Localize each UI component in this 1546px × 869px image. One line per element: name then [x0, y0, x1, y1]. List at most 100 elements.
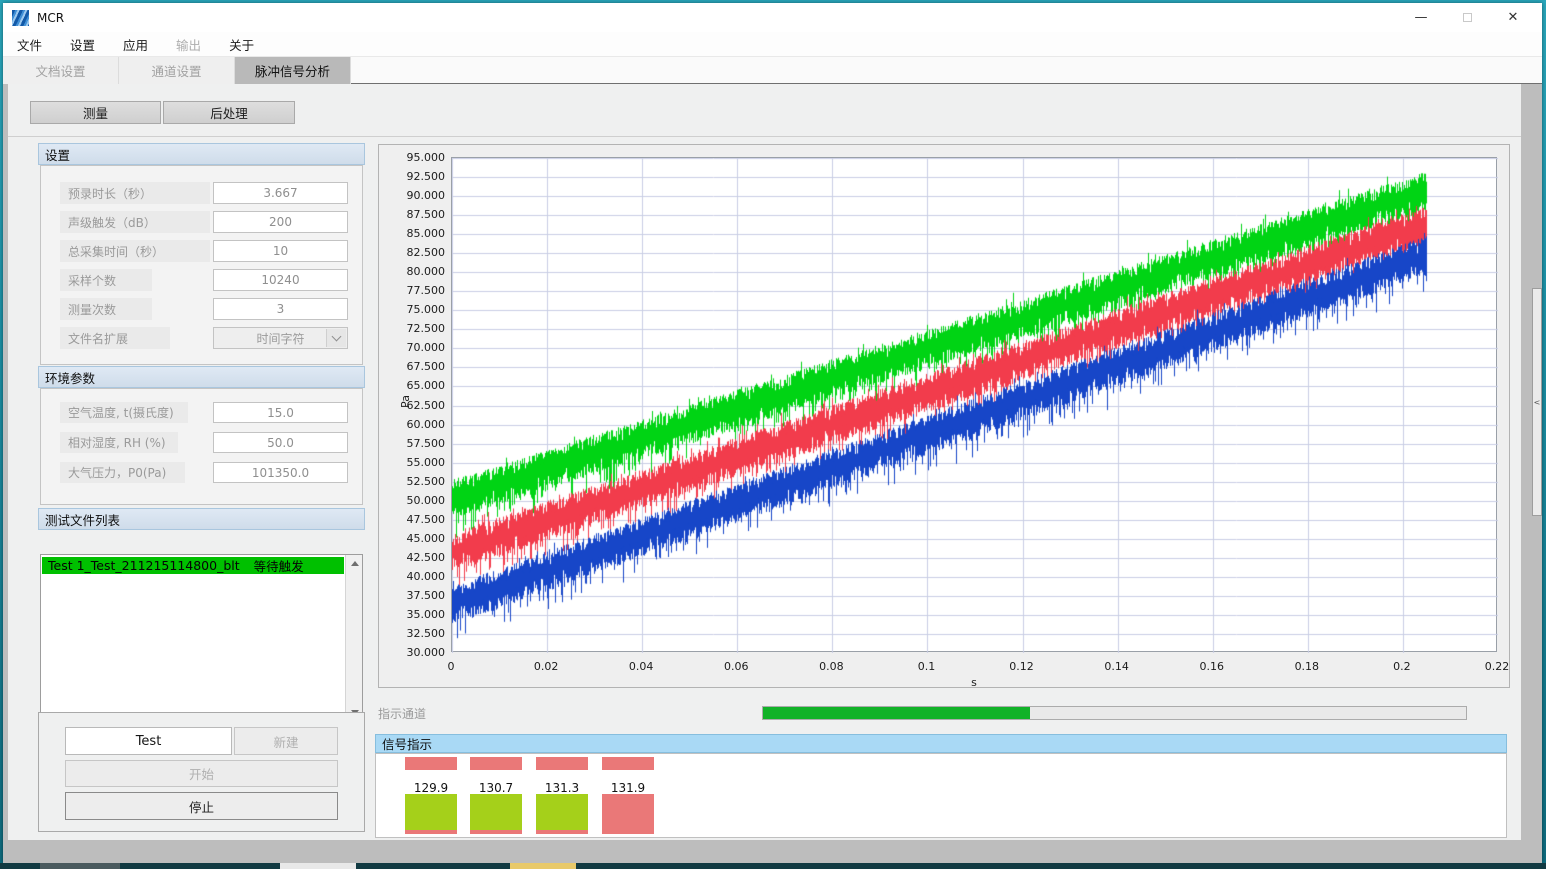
app-logo-icon	[12, 10, 29, 26]
y-tick-label: 95.000	[385, 151, 445, 164]
field-label-trigger-db: 声级触发（dB）	[60, 211, 210, 233]
indicator-channel-label: 指示通道	[378, 705, 426, 722]
menu-bar: 文件 设置 应用 输出 关于	[3, 32, 1542, 57]
scroll-up-icon[interactable]	[346, 555, 363, 572]
list-scrollbar[interactable]	[345, 555, 362, 721]
x-tick-label: 0.06	[716, 660, 756, 673]
field-input-prerecord[interactable]: 3.667	[213, 182, 348, 204]
signal-panel-header: 信号指示	[375, 734, 1507, 753]
tab-document-settings[interactable]: 文档设置	[3, 57, 119, 84]
plot-frame	[451, 157, 1497, 652]
y-tick-label: 65.000	[385, 379, 445, 392]
y-tick-label: 50.000	[385, 494, 445, 507]
tab-channel-settings[interactable]: 通道设置	[119, 57, 235, 84]
field-input-trigger-db[interactable]: 200	[213, 211, 348, 233]
y-tick-label: 90.000	[385, 189, 445, 202]
menu-item-apply[interactable]: 应用	[109, 35, 162, 54]
dropdown-button[interactable]	[326, 329, 346, 347]
y-tick-label: 70.000	[385, 341, 445, 354]
y-tick-label: 55.000	[385, 456, 445, 469]
signal-box-4	[602, 794, 654, 834]
y-tick-label: 82.500	[385, 246, 445, 259]
y-tick-label: 72.500	[385, 322, 445, 335]
x-tick-label: 0.16	[1192, 660, 1232, 673]
taskbar-sliver	[0, 863, 1546, 869]
x-tick-label: 0.2	[1382, 660, 1422, 673]
tab-strip: 文档设置 通道设置 脉冲信号分析	[3, 57, 1542, 84]
tab-pulse-signal-analysis[interactable]: 脉冲信号分析	[235, 57, 351, 84]
waveform-canvas	[452, 158, 1498, 653]
field-input-sample-count[interactable]: 10240	[213, 269, 348, 291]
new-button[interactable]: 新建	[234, 727, 338, 755]
x-tick-label: 0.04	[621, 660, 661, 673]
menu-item-output[interactable]: 输出	[162, 35, 215, 54]
signal-value-1: 129.9	[405, 781, 457, 795]
y-tick-label: 37.500	[385, 589, 445, 602]
field-label-prerecord: 预录时长（秒）	[60, 182, 210, 204]
list-item-status: 等待触发	[254, 556, 304, 575]
maximize-icon	[1463, 13, 1472, 22]
side-panel-handle[interactable]: <	[1532, 288, 1542, 516]
x-tick-label: 0.02	[526, 660, 566, 673]
signal-value-4: 131.9	[602, 781, 654, 795]
y-axis-label: Pa	[399, 395, 412, 408]
x-tick-label: 0.1	[906, 660, 946, 673]
stop-button[interactable]: 停止	[65, 792, 338, 820]
divider	[8, 136, 1521, 137]
y-tick-label: 60.000	[385, 418, 445, 431]
y-tick-label: 45.000	[385, 532, 445, 545]
taskbar-icon-sliver	[510, 863, 576, 869]
field-input-air-temp[interactable]: 15.0	[213, 402, 348, 423]
field-label-air-temp: 空气温度, t(摄氏度)	[60, 402, 188, 423]
start-button[interactable]: 开始	[65, 760, 338, 787]
y-tick-label: 35.000	[385, 608, 445, 621]
y-tick-label: 47.500	[385, 513, 445, 526]
y-tick-label: 77.500	[385, 284, 445, 297]
window-title: MCR	[37, 11, 64, 25]
title-bar[interactable]: MCR — ✕	[3, 3, 1542, 32]
y-tick-label: 92.500	[385, 170, 445, 183]
menu-item-settings[interactable]: 设置	[56, 35, 109, 54]
y-tick-label: 40.000	[385, 570, 445, 583]
menu-item-about[interactable]: 关于	[215, 35, 268, 54]
field-label-pressure: 大气压力，P0(Pa)	[60, 462, 185, 483]
minimize-button[interactable]: —	[1398, 3, 1444, 32]
x-tick-label: 0.18	[1287, 660, 1327, 673]
y-tick-label: 52.500	[385, 475, 445, 488]
y-tick-label: 67.500	[385, 360, 445, 373]
y-tick-label: 62.500	[385, 399, 445, 412]
filename-ext-value: 时间字符	[256, 330, 304, 347]
desktop: { "window": { "title": "MCR", "controls"…	[0, 0, 1546, 869]
signal-box-3	[536, 794, 588, 834]
x-tick-label: 0.12	[1002, 660, 1042, 673]
progress-fill	[763, 707, 1030, 719]
subtab-post-process[interactable]: 后处理	[163, 101, 295, 124]
y-tick-label: 30.000	[385, 646, 445, 659]
field-label-filename-ext: 文件名扩展	[60, 327, 170, 349]
signal-box-1	[405, 794, 457, 834]
app-window: MCR — ✕ 文件 设置 应用 输出 关于 文档设置 通道设置 脉冲信号分析 …	[3, 3, 1542, 863]
y-tick-label: 80.000	[385, 265, 445, 278]
y-tick-label: 75.000	[385, 303, 445, 316]
x-tick-label: 0.22	[1477, 660, 1517, 673]
menu-item-file[interactable]: 文件	[3, 35, 56, 54]
environment-group-header: 环境参数	[38, 366, 365, 388]
x-tick-label: 0.08	[811, 660, 851, 673]
test-file-listbox[interactable]: Test 1_Test_211215114800_blt 等待触发	[40, 554, 363, 722]
list-item[interactable]: Test 1_Test_211215114800_blt 等待触发	[42, 557, 344, 574]
close-button[interactable]: ✕	[1490, 3, 1536, 32]
field-input-pressure[interactable]: 101350.0	[213, 462, 348, 483]
field-input-total-time[interactable]: 10	[213, 240, 348, 262]
filename-ext-dropdown[interactable]: 时间字符	[213, 327, 348, 349]
signal-strip-3	[536, 757, 588, 770]
signal-value-2: 130.7	[470, 781, 522, 795]
maximize-button[interactable]	[1444, 3, 1490, 32]
signal-strip-4	[602, 757, 654, 770]
test-name-input[interactable]: Test	[65, 727, 232, 755]
subtab-measure[interactable]: 测量	[30, 101, 161, 124]
field-input-measure-count[interactable]: 3	[213, 298, 348, 320]
y-tick-label: 85.000	[385, 227, 445, 240]
signal-strip-2	[470, 757, 522, 770]
field-input-humidity[interactable]: 50.0	[213, 432, 348, 453]
x-axis-ticks: 00.020.040.060.080.10.120.140.160.180.20…	[451, 660, 1497, 674]
